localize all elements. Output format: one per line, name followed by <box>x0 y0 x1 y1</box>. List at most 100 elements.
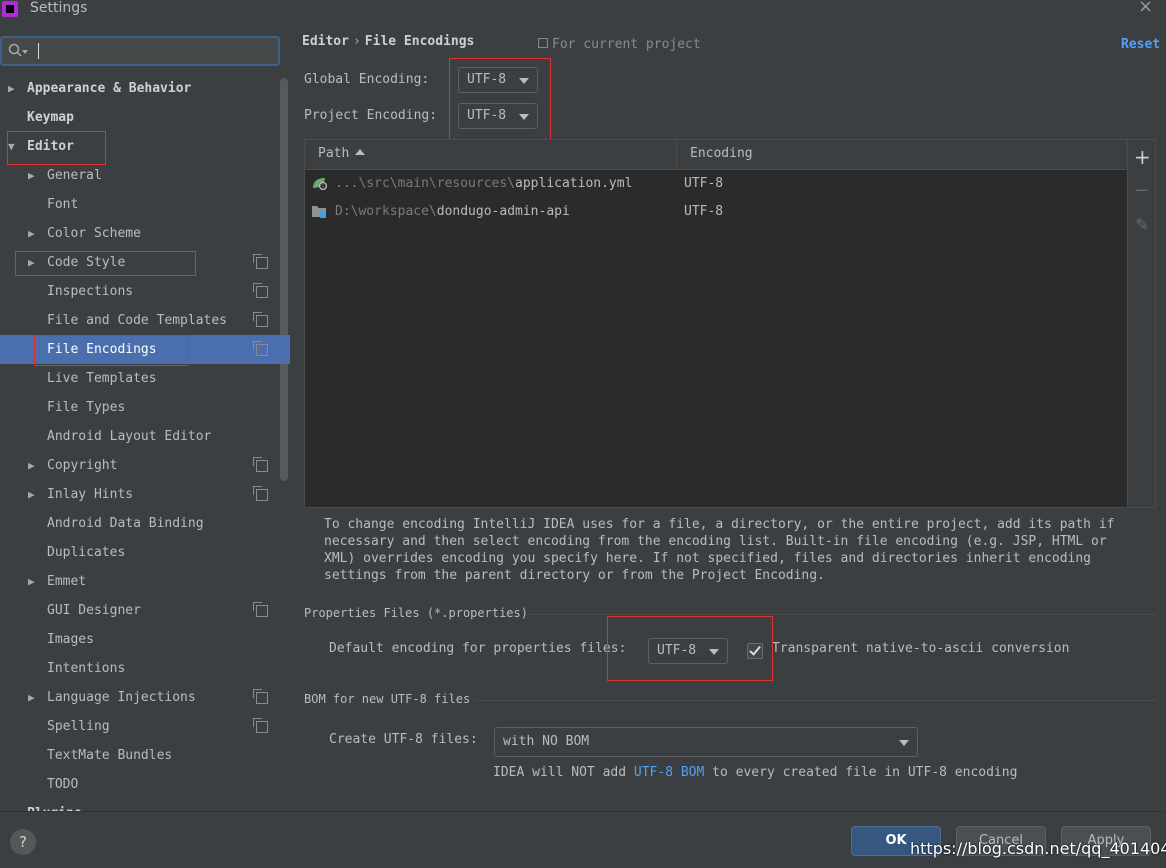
column-header-path[interactable]: Path <box>318 146 366 161</box>
bom-section-title: BOM for new UTF-8 files <box>304 692 471 706</box>
collapsed-arrow-icon[interactable]: ▶ <box>28 567 35 596</box>
reset-link[interactable]: Reset <box>1121 37 1160 52</box>
row-path-name: dondugo-admin-api <box>436 204 570 219</box>
sidebar-item-label: Code Style <box>47 254 126 270</box>
project-scope-icon <box>253 311 268 327</box>
sidebar-item-android-layout-editor[interactable]: Android Layout Editor <box>0 422 290 451</box>
sidebar-item-todo[interactable]: TODO <box>0 770 290 799</box>
for-current-project-label: For current project <box>552 37 701 52</box>
row-encoding[interactable]: UTF-8 <box>684 170 723 198</box>
sidebar-item-label: File Encodings <box>47 341 157 357</box>
sidebar-item-file-and-code-templates[interactable]: File and Code Templates <box>0 306 290 335</box>
sidebar-item-label: Images <box>47 631 94 647</box>
project-encoding-label: Project Encoding: <box>304 108 438 123</box>
breadcrumb-parent[interactable]: Editor <box>302 34 349 49</box>
sidebar-item-label: Intentions <box>47 660 126 676</box>
column-divider[interactable] <box>676 140 677 169</box>
sidebar-item-file-types[interactable]: File Types <box>0 393 290 422</box>
close-icon[interactable]: × <box>1138 0 1153 17</box>
column-header-encoding[interactable]: Encoding <box>690 146 753 161</box>
sidebar-item-inlay-hints[interactable]: ▶ Inlay Hints <box>0 480 290 509</box>
transparent-conversion-label[interactable]: Transparent native-to-ascii conversion <box>772 641 1069 656</box>
chevron-down-icon <box>519 114 529 120</box>
column-header-path-label: Path <box>318 146 350 161</box>
remove-icon[interactable]: − <box>1134 182 1150 200</box>
utf8-bom-link[interactable]: UTF-8 BOM <box>634 765 704 780</box>
spring-config-file-icon <box>313 178 327 190</box>
sidebar-item-label: GUI Designer <box>47 602 141 618</box>
bom-note-suffix: to every created file in UTF-8 encoding <box>704 765 1018 780</box>
sidebar-item-gui-designer[interactable]: GUI Designer <box>0 596 290 625</box>
sidebar-item-file-encodings[interactable]: File Encodings <box>0 334 290 364</box>
sidebar-item-label: Editor <box>27 138 74 154</box>
section-divider <box>528 614 1156 615</box>
sidebar-item-label: TextMate Bundles <box>47 747 173 763</box>
sidebar-item-appearance-behavior[interactable]: ▶ Appearance & Behavior <box>0 74 290 103</box>
project-scope-icon <box>253 688 268 704</box>
sidebar-item-general[interactable]: ▶ General <box>0 161 290 190</box>
sidebar-item-live-templates[interactable]: Live Templates <box>0 364 290 393</box>
sidebar-item-inspections[interactable]: Inspections <box>0 277 290 306</box>
sidebar-item-label: TODO <box>47 776 79 792</box>
collapsed-arrow-icon[interactable]: ▶ <box>28 161 35 190</box>
chevron-down-icon <box>709 649 719 655</box>
table-row[interactable]: ...\src\main\resources\application.yml U… <box>305 170 1127 198</box>
sidebar-item-copyright[interactable]: ▶ Copyright <box>0 451 290 480</box>
expanded-arrow-icon[interactable]: ▼ <box>8 132 15 161</box>
sidebar-item-textmate-bundles[interactable]: TextMate Bundles <box>0 741 290 770</box>
sidebar-item-label: General <box>47 167 102 183</box>
sidebar-item-emmet[interactable]: ▶ Emmet <box>0 567 290 596</box>
title-bar: Settings × <box>0 0 1166 22</box>
sidebar-item-intentions[interactable]: Intentions <box>0 654 290 683</box>
collapsed-arrow-icon[interactable]: ▶ <box>28 248 35 277</box>
add-icon[interactable]: + <box>1134 147 1151 167</box>
watermark-text: https://blog.csdn.net/qq_40140473 <box>910 839 1166 858</box>
global-encoding-select[interactable]: UTF-8 <box>458 67 538 93</box>
sidebar-item-label: Duplicates <box>47 544 126 560</box>
transparent-conversion-checkbox[interactable] <box>747 643 763 659</box>
project-encoding-select[interactable]: UTF-8 <box>458 103 538 129</box>
bom-note-prefix: IDEA will NOT add <box>493 765 634 780</box>
sidebar-item-duplicates[interactable]: Duplicates <box>0 538 290 567</box>
sidebar-item-font[interactable]: Font <box>0 190 290 219</box>
collapsed-arrow-icon[interactable]: ▶ <box>28 451 35 480</box>
project-scope-icon <box>538 38 548 48</box>
sidebar-item-android-data-binding[interactable]: Android Data Binding <box>0 509 290 538</box>
encoding-description: To change encoding IntelliJ IDEA uses fo… <box>324 517 1115 583</box>
sidebar-item-plugins[interactable]: Plugins <box>0 799 290 812</box>
collapsed-arrow-icon[interactable]: ▶ <box>28 683 35 712</box>
sidebar-item-code-style[interactable]: ▶ Code Style <box>0 248 290 277</box>
sidebar-item-label: Appearance & Behavior <box>27 80 192 96</box>
help-button[interactable]: ? <box>10 829 36 855</box>
sidebar-item-label: Copyright <box>47 457 118 473</box>
collapsed-arrow-icon[interactable]: ▶ <box>28 480 35 509</box>
for-current-project-note: For current project <box>538 37 701 52</box>
intellij-logo-icon <box>2 1 18 17</box>
row-path-prefix: ...\src\main\resources\ <box>335 176 516 191</box>
sidebar-item-language-injections[interactable]: ▶ Language Injections <box>0 683 290 712</box>
collapsed-arrow-icon[interactable]: ▶ <box>8 74 15 103</box>
table-row[interactable]: D:\workspace\dondugo-admin-api UTF-8 <box>305 198 1127 226</box>
edit-icon[interactable]: ✎ <box>1134 217 1150 233</box>
search-caret <box>38 43 39 59</box>
sidebar-item-keymap[interactable]: Keymap <box>0 103 290 132</box>
row-path-prefix: D:\workspace\ <box>335 204 437 219</box>
properties-encoding-value: UTF-8 <box>657 643 697 658</box>
create-utf8-value: with NO BOM <box>503 734 590 749</box>
table-toolbar: + − ✎ <box>1128 139 1156 508</box>
search-input[interactable] <box>0 36 280 66</box>
project-scope-icon <box>253 456 268 472</box>
sidebar-item-label: Font <box>47 196 79 212</box>
sidebar-item-spelling[interactable]: Spelling <box>0 712 290 741</box>
create-utf8-select[interactable]: with NO BOM <box>494 727 918 757</box>
sidebar-item-editor[interactable]: ▼ Editor <box>0 132 290 161</box>
search-options-chevron-icon[interactable] <box>22 50 28 54</box>
sidebar-item-images[interactable]: Images <box>0 625 290 654</box>
table-header: Path Encoding <box>305 140 1127 170</box>
row-encoding[interactable]: UTF-8 <box>684 198 723 226</box>
collapsed-arrow-icon[interactable]: ▶ <box>28 219 35 248</box>
properties-encoding-select[interactable]: UTF-8 <box>648 638 728 664</box>
sidebar-item-color-scheme[interactable]: ▶ Color Scheme <box>0 219 290 248</box>
sidebar-item-label: Emmet <box>47 573 87 589</box>
global-encoding-value: UTF-8 <box>467 72 507 87</box>
